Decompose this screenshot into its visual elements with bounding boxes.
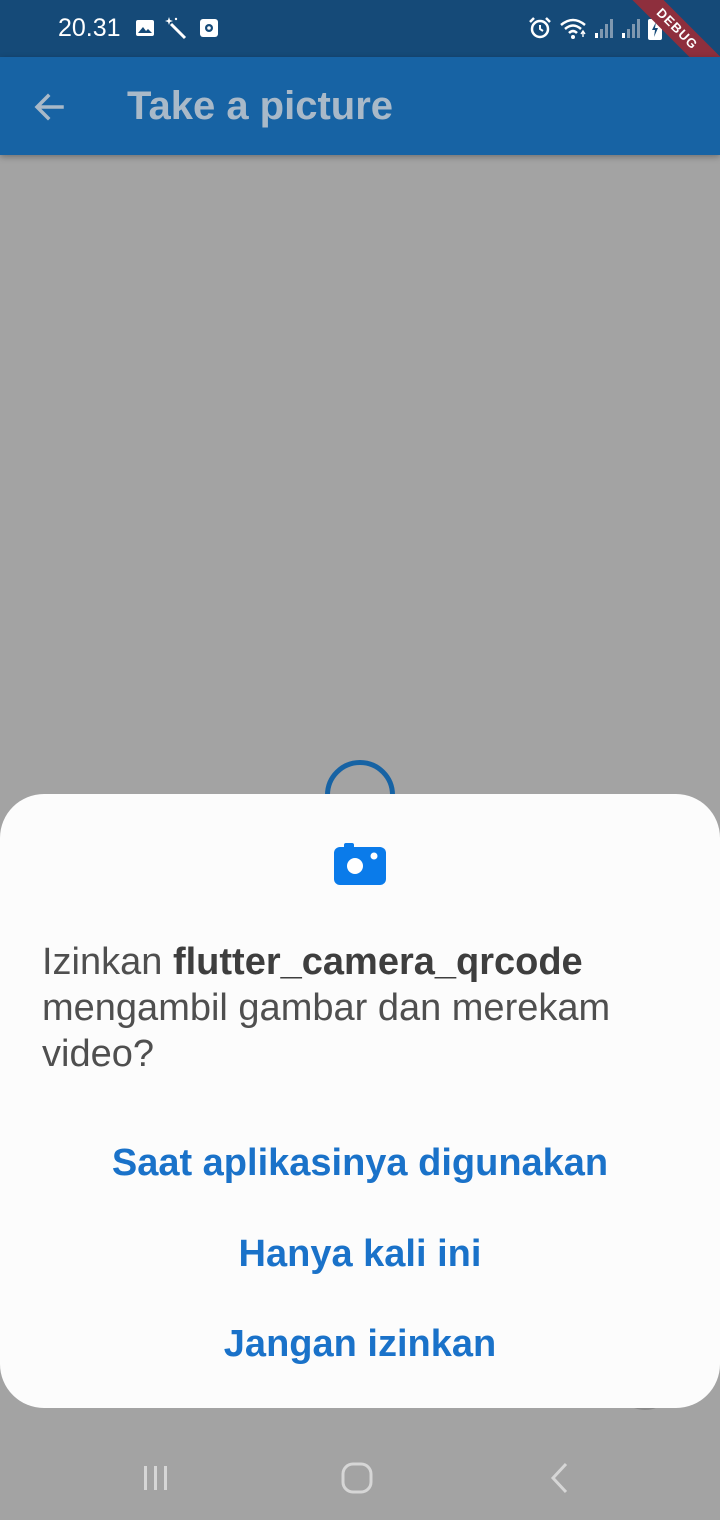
image-icon <box>136 20 154 36</box>
signal-icon <box>622 19 640 38</box>
camera-icon <box>334 843 386 885</box>
navigation-bar <box>0 1436 720 1520</box>
wifi-icon <box>560 18 586 39</box>
system-back-button[interactable] <box>540 1458 584 1498</box>
message-prefix: Izinkan <box>42 941 173 983</box>
back-button[interactable] <box>30 87 70 127</box>
status-bar: 20.31 DEBUG <box>0 0 720 97</box>
status-right-icons <box>528 14 662 42</box>
status-time: 20.31 <box>58 14 121 42</box>
permission-dialog: Izinkan flutter_camera_qrcode mengambil … <box>0 794 720 1408</box>
app-bar: Take a picture <box>0 57 720 155</box>
arrow-back-icon <box>34 93 64 121</box>
signal-icon <box>595 19 613 38</box>
page-title: Take a picture <box>127 84 394 128</box>
recent-apps-button[interactable] <box>134 1458 178 1498</box>
magic-wand-icon <box>165 17 187 40</box>
message-suffix: mengambil gambar dan merekam video? <box>42 987 611 1075</box>
status-left-icons <box>135 15 219 41</box>
recent-apps-icon <box>144 1466 167 1490</box>
allow-once-button[interactable]: Hanya kali ini <box>0 1233 720 1276</box>
alarm-icon <box>529 17 551 39</box>
deny-button[interactable]: Jangan izinkan <box>0 1323 720 1366</box>
permission-message: Izinkan flutter_camera_qrcode mengambil … <box>42 939 682 1077</box>
home-button[interactable] <box>336 1458 380 1498</box>
home-icon <box>341 1462 373 1494</box>
allow-while-using-button[interactable]: Saat aplikasinya digunakan <box>0 1142 720 1185</box>
back-icon <box>550 1462 568 1494</box>
app-name: flutter_camera_qrcode <box>172 941 583 983</box>
screen-record-icon <box>200 19 218 37</box>
